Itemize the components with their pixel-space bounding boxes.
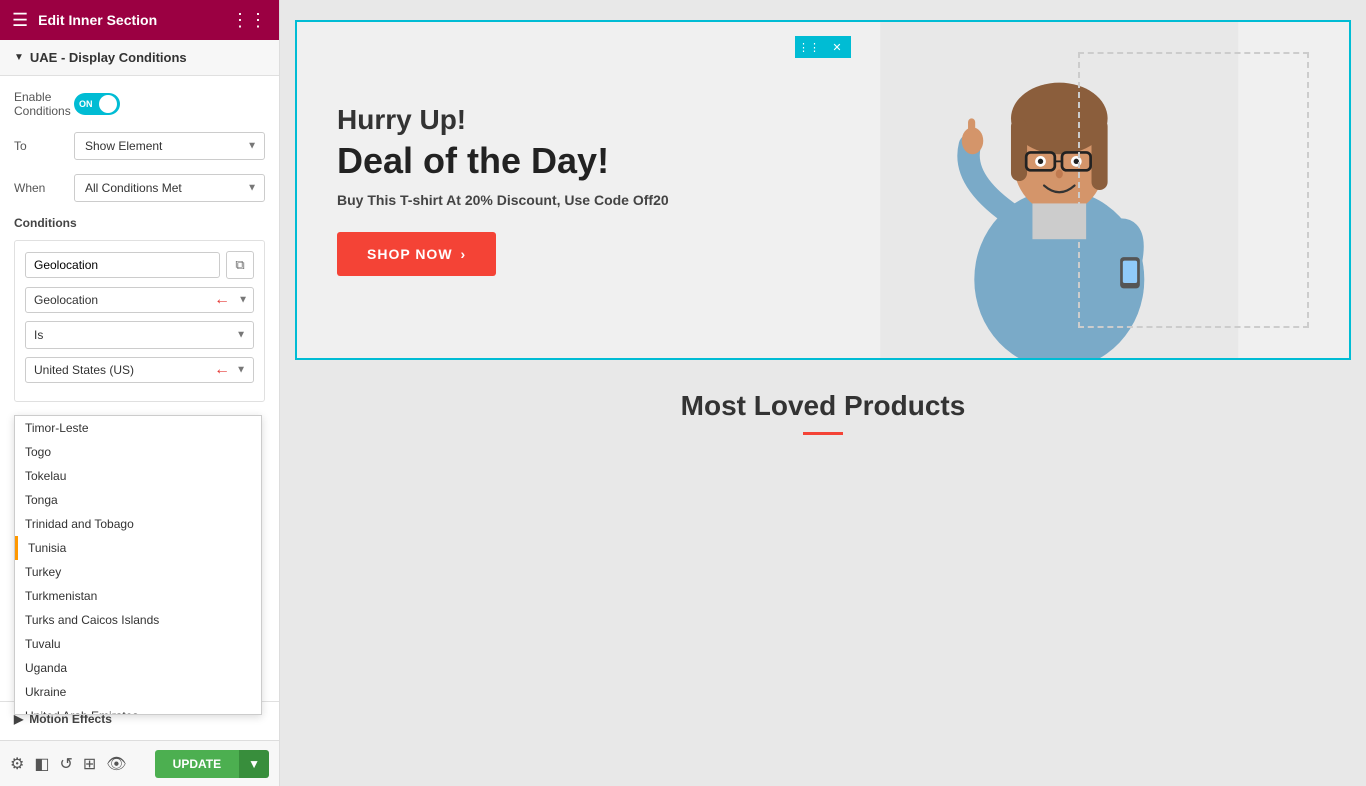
to-select-wrapper: Show Element Hide Element ▼ <box>74 132 265 160</box>
panel-content: Enable Conditions ON To Show Element Hid… <box>0 76 279 786</box>
dropdown-item[interactable]: Tunisia <box>15 536 261 560</box>
to-select[interactable]: Show Element Hide Element <box>74 132 265 160</box>
enable-label: Enable Conditions <box>14 90 74 118</box>
when-label: When <box>14 181 74 195</box>
shop-now-button[interactable]: SHOP NOW › <box>337 232 496 276</box>
shop-now-label: SHOP NOW <box>367 246 453 262</box>
dropdown-item[interactable]: Tuvalu <box>15 632 261 656</box>
dropdown-item[interactable]: Togo <box>15 440 261 464</box>
left-panel: ☰ Edit Inner Section ⋮⋮ ▼ UAE - Display … <box>0 0 280 786</box>
grid-icon[interactable]: ⋮⋮ <box>231 10 267 31</box>
settings-icon[interactable]: ⚙ <box>10 754 24 774</box>
dropdown-item[interactable]: Uganda <box>15 656 261 680</box>
enable-conditions-row: Enable Conditions ON <box>14 90 265 118</box>
move-control-button[interactable]: ⋮⋮ <box>795 36 823 58</box>
operator-select[interactable]: Is Is Not <box>25 321 254 349</box>
geolocation-select-row: Geolocation ← ▼ <box>25 287 254 313</box>
section-title: UAE - Display Conditions <box>30 50 187 65</box>
country-select-wrap: United States (US) ← ▼ <box>25 357 254 383</box>
geolocation-select[interactable]: Geolocation <box>25 287 254 313</box>
condition-type-input[interactable] <box>25 252 220 278</box>
when-row: When All Conditions Met Any Condition Me… <box>14 174 265 202</box>
update-arrow-button[interactable]: ▼ <box>239 750 269 778</box>
layers-icon[interactable]: ◧ <box>34 754 49 774</box>
element-controls: ⋮⋮ ✕ <box>795 36 851 58</box>
when-select-wrapper: All Conditions Met Any Condition Met ▼ <box>74 174 265 202</box>
condition-type-row: ⧉ <box>25 251 254 279</box>
close-control-button[interactable]: ✕ <box>823 36 851 58</box>
section-label[interactable]: ▼ UAE - Display Conditions <box>0 40 279 76</box>
products-section: Most Loved Products <box>280 360 1366 465</box>
conditions-label: Conditions <box>14 216 265 230</box>
panel-header: ☰ Edit Inner Section ⋮⋮ <box>0 0 279 40</box>
dropdown-item[interactable]: Tonga <box>15 488 261 512</box>
hamburger-icon[interactable]: ☰ <box>12 10 28 31</box>
copy-icon[interactable]: ⧉ <box>226 251 254 279</box>
hero-banner: Hurry Up! Deal of the Day! Buy This T-sh… <box>295 20 1351 360</box>
dropdown-item[interactable]: Turkey <box>15 560 261 584</box>
history-icon[interactable]: ↺ <box>59 754 72 774</box>
products-underline <box>803 432 843 435</box>
country-dropdown-list[interactable]: Timor-LesteTogoTokelauTongaTrinidad and … <box>14 415 262 715</box>
update-button[interactable]: UPDATE <box>155 750 239 778</box>
products-title: Most Loved Products <box>300 390 1346 422</box>
country-select[interactable]: United States (US) <box>25 357 254 383</box>
dropdown-item[interactable]: Trinidad and Tobago <box>15 512 261 536</box>
to-row: To Show Element Hide Element ▼ <box>14 132 265 160</box>
dropdown-item[interactable]: Ukraine <box>15 680 261 704</box>
responsive-icon[interactable]: ⊞ <box>83 754 96 774</box>
dropdown-item[interactable]: Turkmenistan <box>15 584 261 608</box>
hero-subtitle-text: Buy This T-shirt At 20% Discount, Use Co… <box>337 192 1309 208</box>
to-label: To <box>14 139 74 153</box>
toolbar-icons: ⚙ ◧ ↺ ⊞ 👁 <box>10 754 127 774</box>
shop-now-arrow-icon: › <box>461 246 467 262</box>
preview-icon[interactable]: 👁 <box>106 754 126 774</box>
section-chevron-icon: ▼ <box>14 52 24 63</box>
when-select[interactable]: All Conditions Met Any Condition Met <box>74 174 265 202</box>
dropdown-item[interactable]: Timor-Leste <box>15 416 261 440</box>
update-btn-group: UPDATE ▼ <box>155 750 269 778</box>
right-area: ⋮⋮ ✕ Hurry Up! Deal of the Day! Buy This… <box>280 0 1366 786</box>
bottom-toolbar: ⚙ ◧ ↺ ⊞ 👁 UPDATE ▼ <box>0 740 279 786</box>
operator-select-wrap: Is Is Not ▼ <box>25 321 254 349</box>
toggle-thumb <box>99 95 117 113</box>
toggle-wrapper: ON <box>74 93 120 115</box>
hero-deal-text: Deal of the Day! <box>337 140 1309 182</box>
dropdown-item[interactable]: Turks and Caicos Islands <box>15 608 261 632</box>
panel-title: Edit Inner Section <box>38 12 157 28</box>
hero-hurry-text: Hurry Up! <box>337 104 1309 136</box>
toggle-text: ON <box>79 99 93 109</box>
dropdown-item[interactable]: United Arab Emirates <box>15 704 261 715</box>
enable-toggle[interactable]: ON <box>74 93 120 115</box>
hero-text: Hurry Up! Deal of the Day! Buy This T-sh… <box>297 64 1349 316</box>
condition-box: ⧉ Geolocation ← ▼ Is Is Not ▼ <box>14 240 265 402</box>
dropdown-item[interactable]: Tokelau <box>15 464 261 488</box>
header-left: ☰ Edit Inner Section <box>12 10 157 31</box>
